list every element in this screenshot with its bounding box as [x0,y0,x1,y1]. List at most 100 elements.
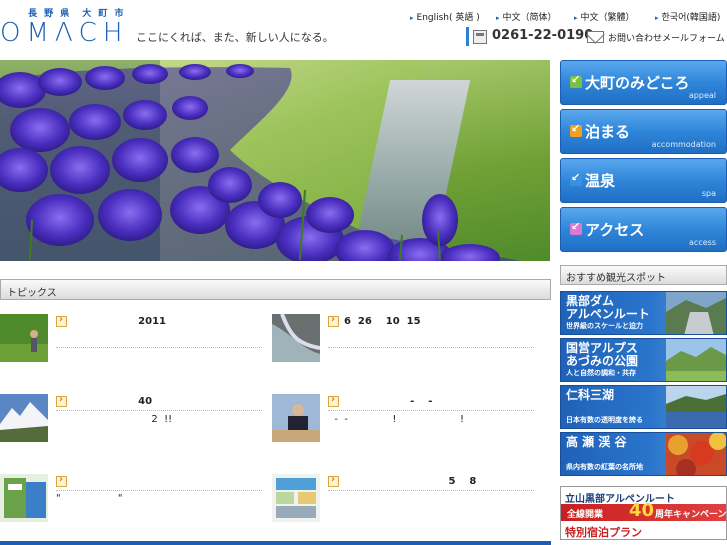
topic-thumbnail[interactable] [272,314,320,362]
topic-subtitle: - - ! ! [328,414,465,425]
phone-number: 0261-22-0190 [492,28,594,43]
spot-subtitle: 日本有数の透明度を誇る [566,416,643,424]
spot-title: 国営アルプス あづみの公園 [566,341,639,368]
topic-title[interactable]: 2011 [72,316,166,327]
banner-strip: 全線開業 40 周年キャンペーン [561,500,727,521]
alpine-route-campaign-banner[interactable]: 立山黒部アルペンルート 全線開業 40 周年キャンペーン 特別宿泊プラン [560,486,727,540]
lang-label: English( 英語 ) [416,13,480,23]
topic-title[interactable]: - - [344,396,432,407]
divider [328,490,534,491]
topic-item[interactable]: 2011 [0,314,265,374]
topic-thumbnail[interactable] [0,394,48,442]
topic-thumbnail[interactable] [272,394,320,442]
contact-row: 0261-22-0190 お問い合わせメールフォーム [466,27,727,47]
spot-takase-valley[interactable]: 高 瀬 渓 谷 県内有数の紅葉の名所地 [560,432,727,476]
spot-image [666,386,726,428]
topic-subtitle: " " [56,493,123,504]
arrow-icon [328,474,339,487]
phone-accent-bar [466,27,469,46]
hero-image [0,60,550,261]
lang-korean-link[interactable]: ▸ 한국어(韓国語) [655,10,720,23]
footer-rule [0,541,551,545]
divider [328,347,534,348]
arrow-icon: ▸ [574,14,578,22]
spot-azumino-park[interactable]: 国営アルプス あづみの公園 人と自然の調和・共存 [560,338,727,382]
arrow-icon [56,394,67,407]
lang-zh-simplified-link[interactable]: ▸ 中文（简体） [496,10,557,23]
nav-access-button[interactable]: アクセス access [560,207,727,252]
tagline: ここにくれば、また、新しい人になる。 [136,31,334,44]
spot-subtitle: 人と自然の調和・共存 [566,369,636,377]
spot-nishina-lakes[interactable]: 仁科三湖 日本有数の透明度を誇る [560,385,727,429]
topics-heading-label: トピックス [7,288,57,299]
spot-image [666,433,726,475]
nav-label: 温泉 [585,172,616,190]
topic-item[interactable]: 6 26 10 15 [272,314,537,374]
arrow-icon [56,314,67,327]
topic-item[interactable]: " " [0,474,265,534]
topic-title[interactable]: 6 26 10 15 [344,316,421,327]
divider [56,347,262,348]
lang-label: 한국어(韓国語) [661,13,721,23]
topic-title[interactable]: 5 8 [344,476,476,487]
arrow-icon [328,314,339,327]
topic-thumbnail[interactable] [0,474,48,522]
spot-image [666,339,726,381]
arrow-icon: ▸ [410,14,414,22]
nav-sublabel: accommodation [651,140,716,149]
mail-form-link[interactable]: お問い合わせメールフォーム [608,31,725,44]
divider [56,410,262,411]
nav-label: アクセス [585,221,645,239]
spot-image [666,292,726,334]
spot-title: 高 瀬 渓 谷 [566,435,627,449]
topic-thumbnail[interactable] [0,314,48,362]
topic-subtitle: 2 !! [56,414,173,425]
arrow-icon [570,171,582,186]
nav-label: 泊まる [585,123,631,141]
nav-appeal-button[interactable]: 大町のみどころ appeal [560,60,727,105]
lang-english-link[interactable]: ▸ English( 英語 ) [410,10,480,23]
spot-title: 黒部ダム アルペンルート [566,294,650,321]
lang-zh-traditional-link[interactable]: ▸ 中文（繁體） [574,10,635,23]
spot-title: 仁科三湖 [566,388,615,402]
lang-label: 中文（简体） [502,13,557,23]
arrow-icon [570,122,582,137]
nav-sublabel: spa [701,189,716,198]
lang-label: 中文（繁體） [580,13,635,23]
site-logo[interactable]: OMΛCH [0,18,128,48]
spot-subtitle: 県内有数の紅葉の名所地 [566,463,643,471]
topics-heading: トピックス [0,279,551,300]
nav-sublabel: appeal [688,91,716,100]
topic-item[interactable]: 5 8 [272,474,537,534]
arrow-icon: ▸ [496,14,500,22]
nav-sublabel: access [689,238,716,247]
arrow-icon [570,220,582,235]
site-header: 長 野 県 大 町 市 OMΛCH ここにくれば、また、新しい人になる。 ▸ En… [0,0,727,56]
spot-kurobe-dam[interactable]: 黒部ダム アルペンルート 世界級のスケールと迫力 [560,291,727,335]
nav-accommodation-button[interactable]: 泊まる accommodation [560,109,727,154]
nav-label: 大町のみどころ [585,74,690,92]
iris-flowers [0,64,520,261]
phone-icon [473,30,487,44]
nav-spa-button[interactable]: 温泉 spa [560,158,727,203]
divider [56,490,262,491]
arrow-icon [570,73,582,88]
recommended-heading: おすすめ観光スポット [560,265,727,285]
mail-icon[interactable] [587,31,604,43]
topic-thumbnail[interactable] [272,474,320,522]
banner-title: 立山黒部アルペンルート [565,494,675,505]
arrow-icon: ▸ [655,14,659,22]
banner-anniversary-number: 40 [629,500,655,521]
topic-title[interactable]: 40 [72,396,152,407]
recommended-heading-label: おすすめ観光スポット [566,273,666,284]
arrow-icon [56,474,67,487]
banner-plan-label: 特別宿泊プラン [565,526,642,539]
topic-item[interactable]: 40 2 !! [0,394,265,454]
arrow-icon [328,394,339,407]
language-nav: ▸ English( 英語 ) ▸ 中文（简体） ▸ 中文（繁體） ▸ 한국어(韓国語) [410,10,727,24]
divider [328,410,534,411]
topic-item[interactable]: - - - - ! ! [272,394,537,454]
banner-strip-label: 全線開業 [567,510,604,520]
spot-subtitle: 世界級のスケールと迫力 [566,322,643,330]
banner-strip-suffix: 周年キャンペーン [655,510,727,520]
